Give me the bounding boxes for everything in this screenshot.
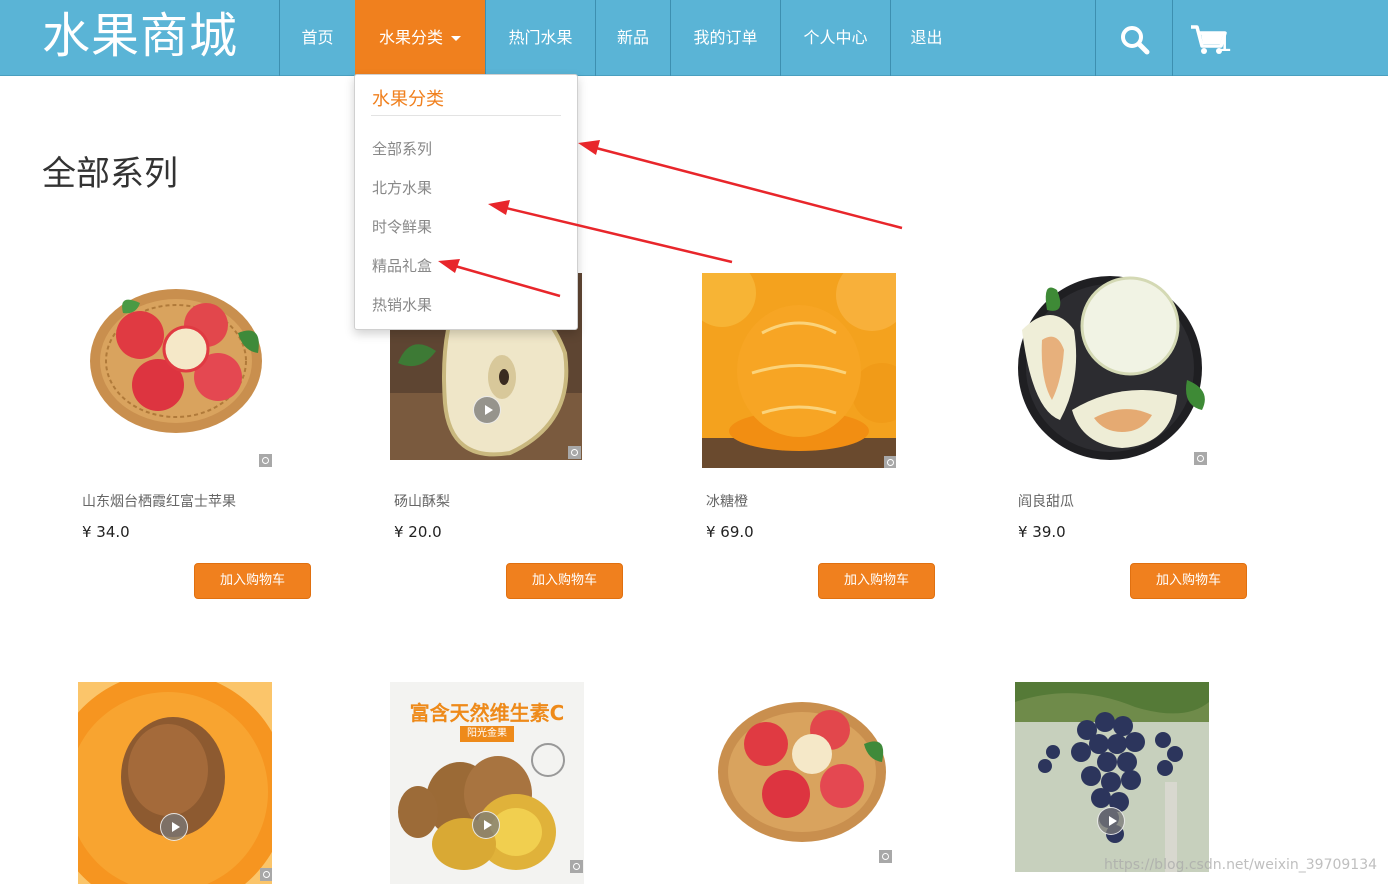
promo-badge: 阳光金果 — [460, 726, 514, 742]
dropdown-item-northern[interactable]: 北方水果 — [372, 177, 432, 199]
cart-count-badge: 1 — [1216, 28, 1233, 58]
zoom-icon — [570, 860, 583, 873]
brand-logo[interactable]: 水果商城 — [42, 4, 238, 68]
dropdown-item-seasonal[interactable]: 时令鲜果 — [372, 216, 432, 238]
nav-fruit-category-label: 水果分类 — [378, 28, 443, 47]
apple-basket-image — [718, 702, 886, 842]
annotation-arrowhead — [578, 140, 600, 155]
product-image-melon[interactable] — [1012, 270, 1212, 465]
nav-new-label: 新品 — [616, 28, 649, 47]
nav-logout-label: 退出 — [910, 28, 943, 47]
grape-image — [1015, 682, 1209, 872]
product-image-orange[interactable] — [702, 273, 896, 468]
product-price: ¥ 69.0 — [706, 523, 754, 541]
product-price: ¥ 34.0 — [82, 523, 130, 541]
orange-image — [702, 273, 896, 468]
zoom-icon — [884, 456, 896, 468]
dropdown-header: 水果分类 — [372, 89, 444, 110]
annotation-arrow — [595, 146, 903, 230]
zoom-icon — [879, 850, 892, 863]
product-image-apple[interactable] — [702, 682, 896, 866]
melon-image — [1018, 276, 1205, 460]
dropdown-item-all[interactable]: 全部系列 — [372, 138, 432, 160]
product-image-kiwi[interactable]: 富含天然维生素C 阳光金果 — [390, 682, 584, 884]
nav-logout[interactable]: 退出 — [890, 0, 962, 76]
product-name[interactable]: 冰糖橙 — [706, 492, 748, 512]
apple-basket-image — [90, 289, 262, 433]
dropdown-item-hot-sale[interactable]: 热销水果 — [372, 294, 432, 316]
zoom-icon — [259, 454, 272, 467]
nav-hot-fruit[interactable]: 热门水果 — [485, 0, 595, 76]
product-price: ¥ 20.0 — [394, 523, 442, 541]
zoom-icon — [568, 446, 581, 459]
nav-home[interactable]: 首页 — [279, 0, 355, 76]
nav-user-center[interactable]: 个人中心 — [780, 0, 890, 76]
product-image-grape[interactable] — [1015, 682, 1209, 872]
nav-my-orders-label: 我的订单 — [693, 28, 758, 47]
nav-hot-fruit-label: 热门水果 — [508, 28, 573, 47]
play-icon[interactable] — [473, 396, 501, 424]
nav-home-label: 首页 — [301, 28, 334, 47]
add-to-cart-button[interactable]: 加入购物车 — [1130, 563, 1247, 599]
promo-headline: 富含天然维生素C — [409, 701, 565, 725]
play-icon[interactable] — [1097, 807, 1125, 835]
nav-user-center-label: 个人中心 — [803, 28, 868, 47]
product-price: ¥ 39.0 — [1018, 523, 1066, 541]
search-icon — [1121, 26, 1150, 55]
play-icon[interactable] — [472, 811, 500, 839]
category-dropdown-menu: 水果分类 全部系列 北方水果 时令鲜果 精品礼盒 热销水果 — [354, 74, 578, 330]
top-navbar: 水果商城 首页 水果分类 热门水果 新品 我的订单 个人中心 退出 1 — [0, 0, 1388, 76]
zoom-icon — [1194, 452, 1207, 465]
add-to-cart-button[interactable]: 加入购物车 — [506, 563, 623, 599]
product-name[interactable]: 砀山酥梨 — [394, 492, 450, 512]
product-image-apricot[interactable] — [78, 682, 272, 884]
nav-my-orders[interactable]: 我的订单 — [670, 0, 780, 76]
search-button[interactable] — [1095, 0, 1173, 76]
product-image-apple[interactable] — [78, 273, 273, 468]
add-to-cart-button[interactable]: 加入购物车 — [818, 563, 935, 599]
nav-new[interactable]: 新品 — [595, 0, 670, 76]
caret-down-icon — [451, 36, 461, 41]
add-to-cart-button[interactable]: 加入购物车 — [194, 563, 311, 599]
cart-button[interactable] — [1172, 0, 1388, 76]
zoom-icon — [260, 868, 272, 881]
watermark: https://blog.csdn.net/weixin_39709134 — [1104, 857, 1378, 873]
dropdown-divider — [371, 115, 561, 116]
apricot-image — [78, 682, 272, 884]
nav-fruit-category[interactable]: 水果分类 — [355, 0, 485, 76]
play-icon[interactable] — [160, 813, 188, 841]
dropdown-item-gift-box[interactable]: 精品礼盒 — [372, 255, 432, 277]
section-title: 全部系列 — [42, 154, 178, 194]
product-name[interactable]: 山东烟台栖霞红富士苹果 — [82, 492, 236, 512]
product-name[interactable]: 阎良甜瓜 — [1018, 492, 1074, 512]
